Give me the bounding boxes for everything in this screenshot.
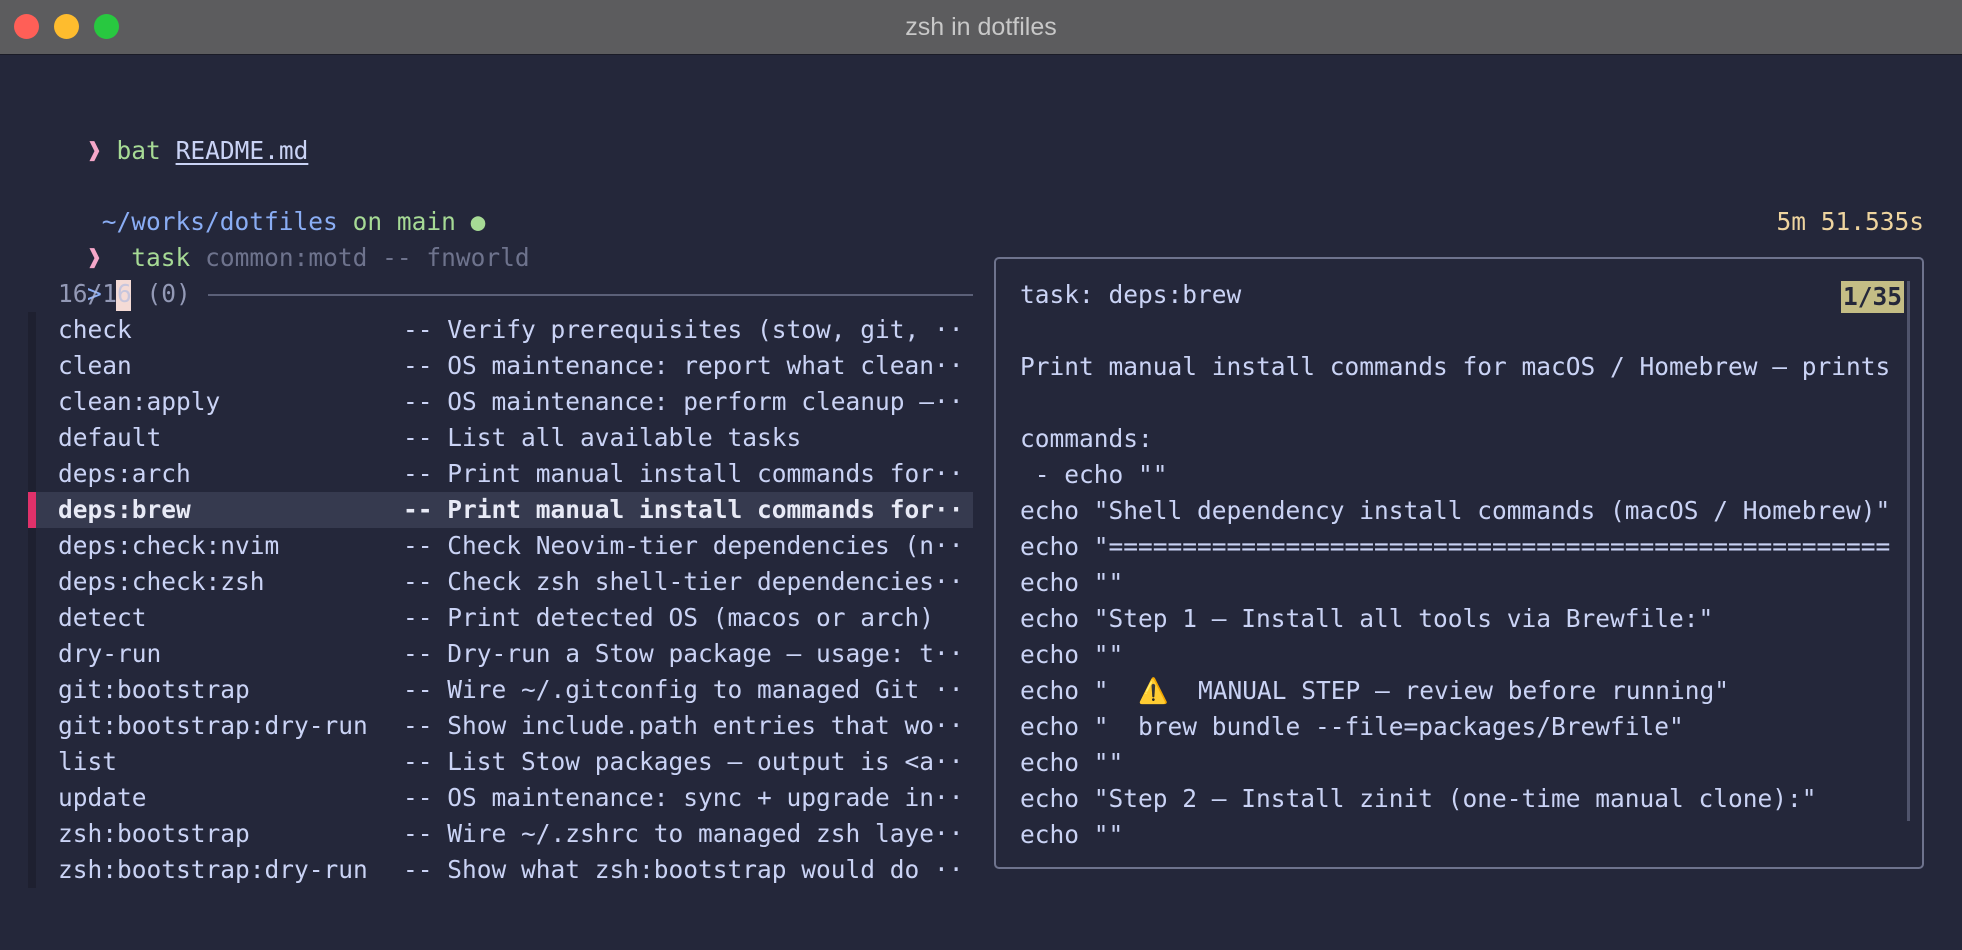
task-name: deps:check:zsh <box>58 567 265 596</box>
list-item[interactable]: deps:arch -- Print manual install command… <box>28 456 973 492</box>
preview-line: commands: <box>1020 424 1153 453</box>
list-item[interactable]: check -- Verify prerequisites (stow, git,… <box>28 312 973 348</box>
row-gutter <box>28 600 36 636</box>
task-name: clean:apply <box>58 387 221 416</box>
preview-line: Print manual install commands for macOS … <box>1020 352 1891 381</box>
preview-line: echo "Shell dependency install commands … <box>1020 496 1891 525</box>
list-item[interactable]: default -- List all available tasks <box>28 420 973 456</box>
list-item[interactable]: zsh:bootstrap:dry-run -- Show what zsh:bo… <box>28 852 973 888</box>
preview-line: echo "Step 2 — Install zinit (one-time m… <box>1020 784 1817 813</box>
preview-line: echo "" <box>1020 640 1124 669</box>
task-description: -- Check Neovim-tier dependencies (n·· <box>403 531 964 560</box>
row-gutter <box>28 852 36 888</box>
task-description: -- Print manual install commands for·· <box>403 459 964 488</box>
preview-line: echo "==================================… <box>1020 532 1891 561</box>
match-count: 16/16 (0) <box>58 279 191 308</box>
task-name: deps:check:nvim <box>58 531 280 560</box>
command-autosuggest: common:motd -- fnworld <box>205 243 530 272</box>
task-description: -- Show include.path entries that wo·· <box>403 711 964 740</box>
terminal-window: zsh in dotfiles ❱ bat README.md ~/works/… <box>0 0 1962 950</box>
list-item[interactable]: git:bootstrap:dry-run -- Show include.pat… <box>28 708 973 744</box>
task-name: deps:arch <box>58 459 191 488</box>
prompt-glyph: ❱ <box>87 136 102 165</box>
row-gutter <box>28 780 36 816</box>
list-item[interactable]: clean -- OS maintenance: report what clea… <box>28 348 973 384</box>
list-item[interactable]: deps:check:nvim -- Check Neovim-tier depe… <box>28 528 973 564</box>
preview-scrollbar[interactable] <box>1907 281 1910 821</box>
task-description: -- Dry-run a Stow package — usage: t·· <box>403 639 964 668</box>
selection-marker <box>28 492 36 528</box>
task-name: git:bootstrap <box>58 675 250 704</box>
row-gutter <box>28 384 36 420</box>
command-name: task <box>131 243 191 272</box>
list-item-selected[interactable]: deps:brew -- Print manual install command… <box>28 492 973 528</box>
list-item[interactable]: deps:check:zsh -- Check zsh shell-tier de… <box>28 564 973 600</box>
task-description: -- Show what zsh:bootstrap would do ·· <box>403 855 964 884</box>
elapsed-time: 5m 51.535s <box>1776 207 1924 236</box>
preview-pane[interactable]: 1/35 task: deps:brew Print manual install… <box>994 257 1924 869</box>
task-name: list <box>58 747 118 776</box>
row-gutter <box>28 312 36 348</box>
preview-page-indicator: 1/35 <box>1840 281 1904 313</box>
task-name: zsh:bootstrap <box>58 819 250 848</box>
task-name: deps:brew <box>58 495 191 524</box>
list-item[interactable]: list -- List Stow packages — output is <a… <box>28 744 973 780</box>
row-gutter <box>28 672 36 708</box>
row-gutter <box>28 420 36 456</box>
list-item[interactable]: zsh:bootstrap -- Wire ~/.zshrc to managed… <box>28 816 973 852</box>
row-gutter <box>28 528 36 564</box>
row-gutter <box>28 708 36 744</box>
fzf-task-list: check -- Verify prerequisites (stow, git,… <box>28 312 973 888</box>
row-gutter <box>28 348 36 384</box>
preview-line: - echo "" <box>1020 460 1168 489</box>
task-name: update <box>58 783 147 812</box>
task-description: -- List Stow packages — output is <a·· <box>403 747 964 776</box>
row-gutter <box>28 456 36 492</box>
separator-line <box>208 294 973 296</box>
command-line-task: ❱ task common:motd -- fnworld <box>28 204 530 272</box>
task-name: check <box>58 315 132 344</box>
task-name: clean <box>58 351 132 380</box>
task-name: detect <box>58 603 147 632</box>
command-argument-link[interactable]: README.md <box>176 136 309 165</box>
row-gutter <box>28 744 36 780</box>
preview-line: task: deps:brew <box>1020 280 1242 309</box>
row-gutter <box>28 564 36 600</box>
row-gutter <box>28 636 36 672</box>
task-description: -- OS maintenance: report what clean·· <box>403 351 964 380</box>
task-description: -- OS maintenance: perform cleanup —·· <box>403 387 964 416</box>
task-name: default <box>58 423 162 452</box>
preview-line: echo "" <box>1020 568 1124 597</box>
task-description: -- List all available tasks <box>403 423 802 452</box>
list-item[interactable]: dry-run -- Dry-run a Stow package — usage… <box>28 636 973 672</box>
preview-line: echo "" <box>1020 748 1124 777</box>
preview-line: echo " brew bundle --file=packages/Brewf… <box>1020 712 1684 741</box>
task-name: zsh:bootstrap:dry-run <box>58 855 368 884</box>
task-name: dry-run <box>58 639 162 668</box>
task-description: -- Check zsh shell-tier dependencies·· <box>403 567 964 596</box>
prompt-path-line: ~/works/dotfiles on main ● <box>28 168 486 236</box>
task-description: -- Wire ~/.gitconfig to managed Git ·· <box>403 675 964 704</box>
row-gutter <box>28 816 36 852</box>
task-description: -- Wire ~/.zshrc to managed zsh laye·· <box>403 819 964 848</box>
title-bar: zsh in dotfiles <box>0 0 1962 55</box>
list-item[interactable]: update -- OS maintenance: sync + upgrade … <box>28 780 973 816</box>
fzf-query-line[interactable]: > <box>28 240 131 311</box>
preview-line: echo "" <box>1020 820 1124 849</box>
preview-line: echo "Step 1 — Install all tools via Bre… <box>1020 604 1714 633</box>
list-item[interactable]: clean:apply -- OS maintenance: perform cl… <box>28 384 973 420</box>
preview-line: echo " ⚠️ MANUAL STEP — review before ru… <box>1020 676 1730 705</box>
task-description: -- Print detected OS (macos or arch) <box>403 603 935 632</box>
task-description: -- Verify prerequisites (stow, git, ·· <box>403 315 964 344</box>
command-line-bat: ❱ bat README.md <box>28 97 308 165</box>
task-description: -- Print manual install commands for·· <box>403 495 964 524</box>
list-item[interactable]: detect -- Print detected OS (macos or arc… <box>28 600 973 636</box>
window-title: zsh in dotfiles <box>905 13 1057 41</box>
command-name: bat <box>116 136 161 165</box>
list-item[interactable]: git:bootstrap -- Wire ~/.gitconfig to man… <box>28 672 973 708</box>
task-name: git:bootstrap:dry-run <box>58 711 368 740</box>
fzf-match-counter: 16/16 (0) <box>58 276 973 312</box>
task-description: -- OS maintenance: sync + upgrade in·· <box>403 783 964 812</box>
